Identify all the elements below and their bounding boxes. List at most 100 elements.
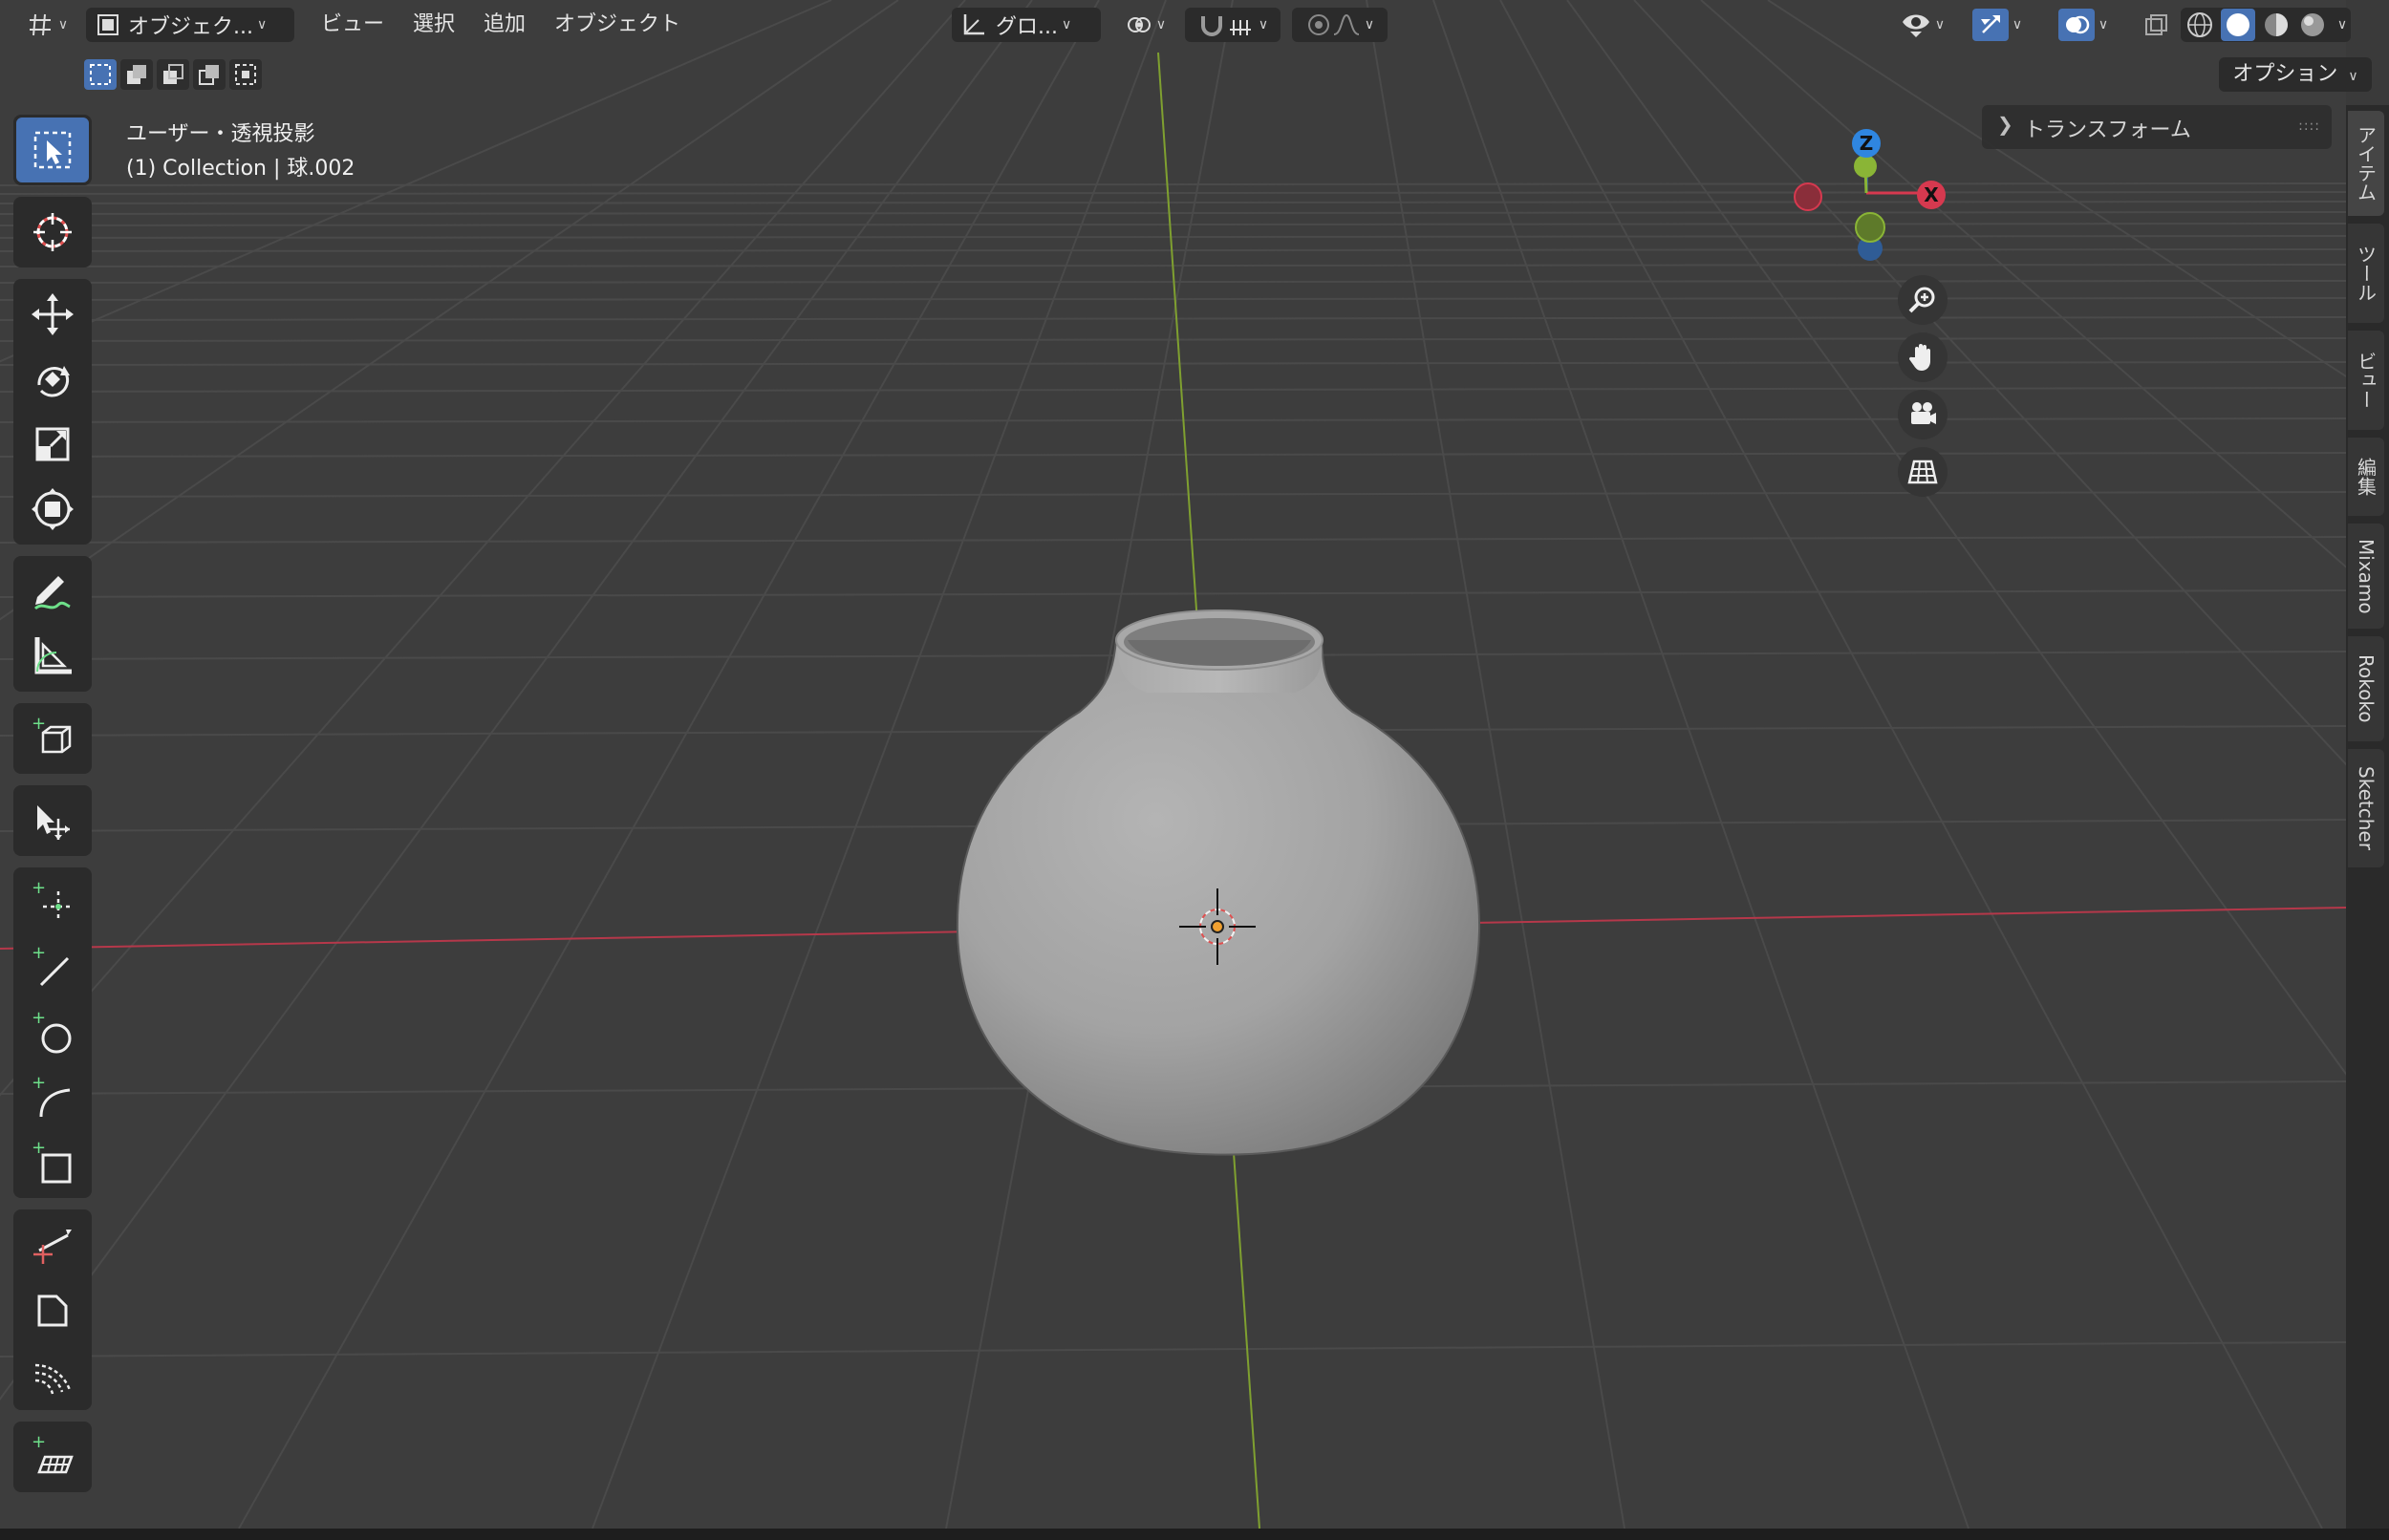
menu-view[interactable]: ビュー bbox=[321, 8, 384, 42]
cursor-icon bbox=[33, 213, 72, 251]
tool-curve[interactable] bbox=[16, 1342, 89, 1407]
select-invert-icon bbox=[199, 65, 219, 85]
add-point-icon: + bbox=[32, 880, 72, 920]
annotate-icon bbox=[33, 576, 71, 610]
pivot-point-dropdown[interactable]: ∨ bbox=[1116, 8, 1173, 42]
editor-type-button[interactable]: ∨ bbox=[19, 8, 75, 42]
camera-view-button[interactable] bbox=[1898, 390, 1948, 439]
select-mode-intersect[interactable] bbox=[229, 59, 262, 90]
select-move-icon bbox=[37, 805, 70, 840]
viewport-grid bbox=[0, 0, 2346, 1529]
proportional-edit-icon bbox=[1307, 14, 1329, 35]
projection-toggle-button[interactable] bbox=[1898, 447, 1948, 497]
editor-3d-icon bbox=[29, 13, 51, 36]
perspective-grid-icon bbox=[1907, 460, 1938, 484]
overlay-icon bbox=[2065, 15, 2090, 34]
transform-panel[interactable]: ❯ トランスフォーム :::: bbox=[1982, 105, 2332, 149]
chevron-down-icon: ∨ bbox=[1155, 17, 1167, 32]
add-arc-icon: + bbox=[32, 1075, 71, 1118]
mode-dropdown[interactable]: オブジェク... ∨ bbox=[86, 8, 294, 42]
visibility-dropdown[interactable]: ∨ bbox=[1894, 8, 1951, 42]
rendered-shading-icon[interactable] bbox=[2297, 10, 2328, 40]
wireframe-shading-icon[interactable] bbox=[2185, 10, 2215, 40]
tool-knife[interactable] bbox=[16, 1212, 89, 1277]
hand-icon bbox=[1908, 344, 1930, 371]
view-title: ユーザー・透視投影 bbox=[126, 122, 315, 146]
chevron-down-icon: ∨ bbox=[2348, 69, 2358, 84]
select-mode-subtract[interactable] bbox=[157, 59, 189, 90]
overlays-toggle[interactable]: ∨ bbox=[2049, 8, 2118, 42]
tab-edit[interactable]: 編集 bbox=[2348, 438, 2384, 516]
tab-rokoko[interactable]: Rokoko bbox=[2348, 636, 2384, 741]
chevron-down-icon: ∨ bbox=[2336, 17, 2348, 32]
material-shading-icon[interactable] bbox=[2261, 10, 2292, 40]
neg-x-handle bbox=[1794, 182, 1822, 211]
tool-cursor[interactable] bbox=[16, 200, 89, 265]
tool-bevel[interactable] bbox=[16, 1277, 89, 1342]
snap-toggle[interactable]: ∨ bbox=[1185, 8, 1281, 42]
select-subtract-icon bbox=[163, 64, 183, 84]
tool-add-rect[interactable]: + bbox=[16, 1130, 89, 1195]
add-line-icon: + bbox=[32, 945, 70, 987]
tool-add-circle[interactable]: + bbox=[16, 1000, 89, 1065]
3d-viewport[interactable]: ユーザー・透視投影 (1) Collection | 球.002 Z X ❯ ト… bbox=[0, 0, 2346, 1529]
tab-sketcher[interactable]: Sketcher bbox=[2348, 749, 2384, 867]
tool-shelf: + + + + + + + bbox=[13, 115, 92, 1504]
tab-view[interactable]: ビュー bbox=[2348, 331, 2384, 430]
menu-object[interactable]: オブジェクト bbox=[554, 8, 680, 42]
tab-mixamo[interactable]: Mixamo bbox=[2348, 524, 2384, 629]
tool-add-arc[interactable]: + bbox=[16, 1065, 89, 1130]
sidebar-tabs: アイテム ツール ビュー 編集 Mixamo Rokoko Sketcher bbox=[2346, 105, 2389, 1529]
vase-object bbox=[956, 610, 1481, 1156]
svg-text:+: + bbox=[32, 1434, 46, 1452]
transform-orientation-dropdown[interactable]: グロ... ∨ bbox=[952, 8, 1101, 42]
options-dropdown[interactable]: オプション ∨ bbox=[2219, 57, 2372, 92]
pan-button[interactable] bbox=[1898, 332, 1948, 382]
gizmo-toggle[interactable]: ∨ bbox=[1963, 8, 2032, 42]
curve-tool-icon bbox=[34, 1363, 72, 1395]
orientation-axes-icon bbox=[963, 14, 984, 35]
tool-select-move[interactable] bbox=[16, 788, 89, 853]
select-mode-invert[interactable] bbox=[193, 59, 226, 90]
tool-add-cube[interactable]: + bbox=[16, 706, 89, 771]
chevron-down-icon: ∨ bbox=[2098, 17, 2109, 32]
falloff-curve-icon bbox=[1333, 13, 1360, 35]
tab-item[interactable]: アイテム bbox=[2348, 111, 2384, 216]
zoom-button[interactable] bbox=[1898, 275, 1948, 325]
tool-add-line[interactable]: + bbox=[16, 935, 89, 1000]
object-mode-icon bbox=[97, 14, 118, 35]
bevel-icon bbox=[37, 1294, 68, 1327]
menu-select[interactable]: 選択 bbox=[413, 8, 455, 42]
tool-transform[interactable] bbox=[16, 477, 89, 542]
xray-toggle[interactable] bbox=[2137, 8, 2175, 42]
scale-icon bbox=[35, 427, 70, 461]
measure-icon bbox=[34, 637, 72, 674]
tool-rotate[interactable] bbox=[16, 347, 89, 412]
tool-scale[interactable] bbox=[16, 412, 89, 477]
rotate-icon bbox=[37, 366, 70, 397]
tool-annotate[interactable] bbox=[16, 559, 89, 624]
add-grid-icon: + bbox=[32, 1434, 74, 1474]
tool-select-box[interactable] bbox=[16, 118, 89, 182]
select-mode-new[interactable] bbox=[84, 59, 117, 90]
drag-grip-icon[interactable]: :::: bbox=[2298, 118, 2320, 134]
menu-add[interactable]: 追加 bbox=[484, 8, 526, 42]
select-mode-extend[interactable] bbox=[120, 59, 153, 90]
y-handle bbox=[1854, 155, 1877, 178]
magnet-icon bbox=[1200, 16, 1222, 36]
select-mode-group bbox=[84, 59, 262, 92]
solid-shading-button[interactable] bbox=[2220, 9, 2255, 41]
move-icon bbox=[32, 293, 74, 335]
tool-add-point[interactable]: + bbox=[16, 870, 89, 935]
window-bottom-border bbox=[0, 1529, 2389, 1540]
gizmo-icon bbox=[1980, 15, 2000, 33]
tool-add-grid[interactable]: + bbox=[16, 1424, 89, 1489]
navigation-gizmo[interactable]: Z X bbox=[1777, 124, 1949, 267]
chevron-down-icon: ∨ bbox=[1934, 17, 1946, 32]
solid-shading-icon bbox=[2226, 13, 2249, 36]
tab-tool[interactable]: ツール bbox=[2348, 224, 2384, 323]
tool-measure[interactable] bbox=[16, 624, 89, 689]
tool-move[interactable] bbox=[16, 282, 89, 347]
xray-icon bbox=[2145, 14, 2167, 35]
proportional-editing-toggle[interactable]: ∨ bbox=[1292, 8, 1388, 42]
